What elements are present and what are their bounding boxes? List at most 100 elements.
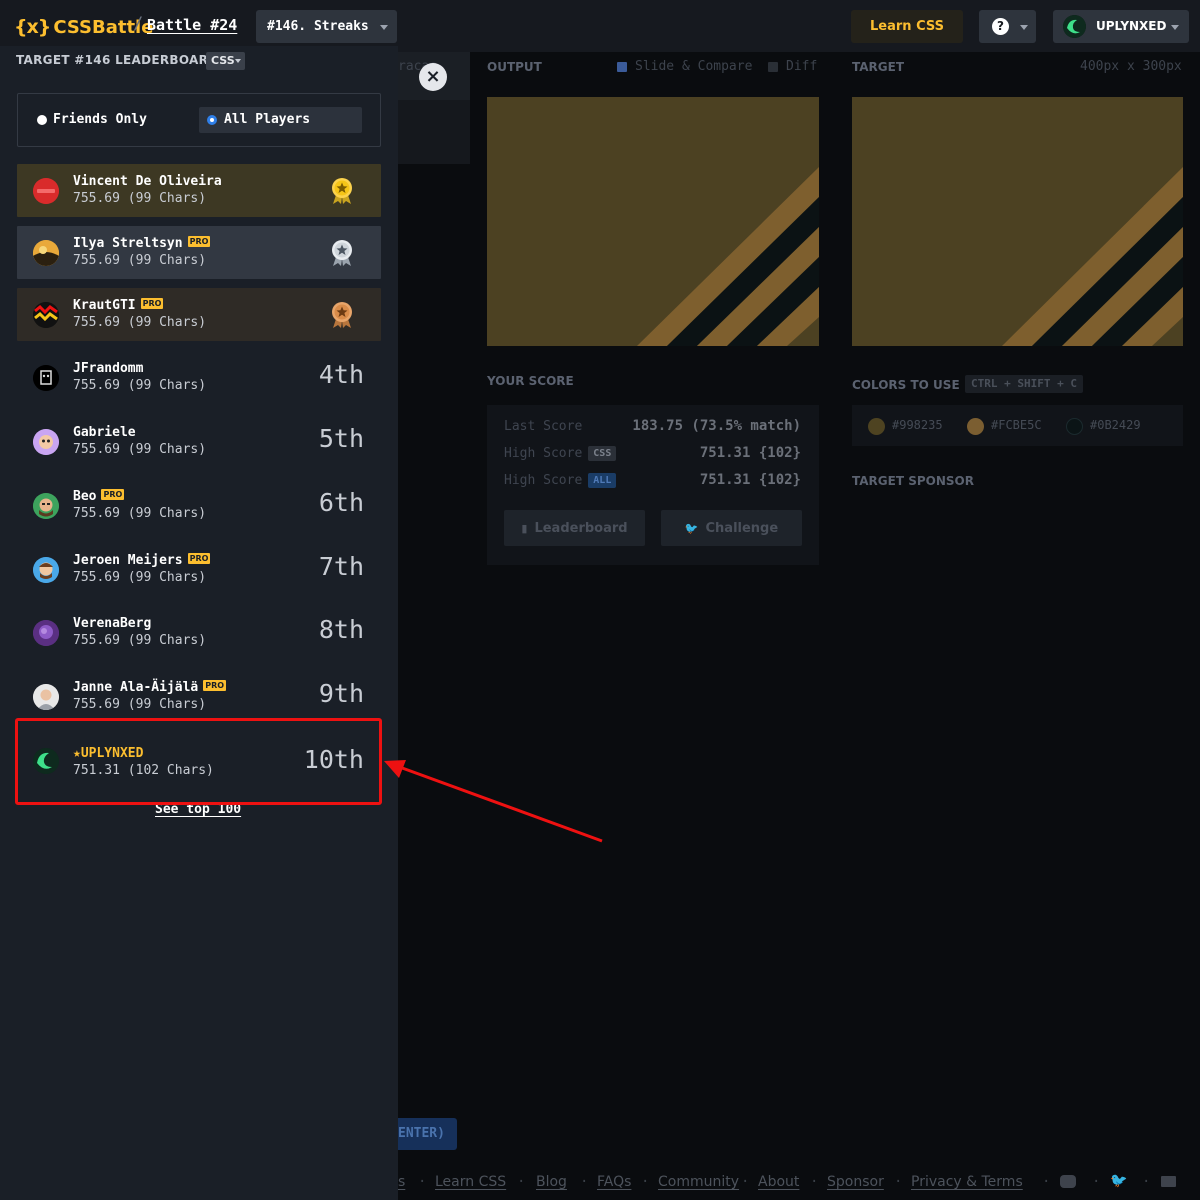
friends-only-label[interactable]: Friends Only xyxy=(53,112,147,127)
player-rank: 4th xyxy=(318,360,364,389)
leaderboard-row[interactable]: Beo PRO 755.69 (99 Chars) 6th xyxy=(17,479,381,532)
player-name: Vincent De Oliveira xyxy=(73,174,222,189)
twitter-icon[interactable]: 🐦 xyxy=(1110,1173,1127,1189)
player-name: VerenaBerg xyxy=(73,616,152,631)
footer-link-partial[interactable]: s xyxy=(398,1174,405,1190)
footer-link-privacy-terms[interactable]: Privacy & Terms xyxy=(911,1174,1023,1190)
leaderboard-row[interactable]: Jeroen Meijers PRO 755.69 (99 Chars) 7th xyxy=(17,543,381,596)
leaderboard-row[interactable]: KrautGTI PRO 755.69 (99 Chars) xyxy=(17,288,381,341)
learn-css-button[interactable]: Learn CSS xyxy=(851,10,963,43)
chevron-down-icon xyxy=(1020,25,1028,30)
footer-link-learn-css[interactable]: Learn CSS xyxy=(435,1174,506,1190)
pro-badge: PRO xyxy=(187,236,211,247)
score-card: Last Score 183.75 (73.5% match) High Sco… xyxy=(487,405,819,565)
help-menu-button[interactable]: ? xyxy=(979,10,1036,43)
high-score-all-row: High Score ALL xyxy=(504,473,617,488)
color-label-3[interactable]: #0B2429 xyxy=(1090,418,1141,432)
language-select[interactable]: CSS xyxy=(206,52,245,70)
avatar xyxy=(33,429,59,455)
player-score: 755.69 (99 Chars) xyxy=(73,570,207,585)
player-name: KrautGTI PRO xyxy=(73,298,164,313)
leaderboard-button[interactable]: ▮ Leaderboard xyxy=(504,510,645,546)
chevron-down-icon xyxy=(235,59,241,63)
avatar xyxy=(33,620,59,646)
leaderboard-row[interactable]: Ilya Streltsyn PRO 755.69 (99 Chars) xyxy=(17,226,381,279)
all-players-radio[interactable] xyxy=(207,115,217,125)
player-score: 755.69 (99 Chars) xyxy=(73,506,207,521)
leaderboard-row[interactable]: VerenaBerg 755.69 (99 Chars) 8th xyxy=(17,606,381,659)
leaderboard-row[interactable]: Janne Ala-Äijälä PRO 755.69 (99 Chars) 9t… xyxy=(17,670,381,723)
color-swatch-2[interactable] xyxy=(967,418,984,435)
player-name: Janne Ala-Äijälä PRO xyxy=(73,680,227,695)
avatar xyxy=(33,493,59,519)
leaderboard-row[interactable]: Gabriele 755.69 (99 Chars) 5th xyxy=(17,415,381,468)
submit-button[interactable]: ENTER) xyxy=(390,1118,457,1150)
color-label-1[interactable]: #998235 xyxy=(892,418,943,432)
twitter-icon: 🐦 xyxy=(684,521,699,535)
slide-compare-checkbox[interactable] xyxy=(617,62,627,72)
close-drawer-button[interactable]: × xyxy=(419,63,447,91)
player-score: 755.69 (99 Chars) xyxy=(73,315,207,330)
output-canvas[interactable] xyxy=(487,97,819,346)
annotation-arrow xyxy=(384,760,603,843)
footer-link-sponsor[interactable]: Sponsor xyxy=(827,1174,884,1190)
help-icon: ? xyxy=(992,18,1009,35)
slide-compare-label: Slide & Compare xyxy=(635,59,753,74)
pro-badge: PRO xyxy=(187,553,211,564)
player-score: 755.69 (99 Chars) xyxy=(73,191,207,206)
chevron-down-icon xyxy=(1171,25,1179,30)
diff-checkbox[interactable] xyxy=(768,62,778,72)
leaderboard-row[interactable]: Vincent De Oliveira 755.69 (99 Chars) xyxy=(17,164,381,217)
challenge-button[interactable]: 🐦 Challenge xyxy=(661,510,802,546)
player-rank: 9th xyxy=(318,679,364,708)
color-swatch-3[interactable] xyxy=(1066,418,1083,435)
footer-link-blog[interactable]: Blog xyxy=(536,1174,567,1190)
output-label: OUTPUT xyxy=(487,60,542,74)
last-score-label: Last Score xyxy=(504,419,583,434)
silver-medal-icon xyxy=(332,240,352,266)
bronze-medal-icon xyxy=(332,302,352,328)
player-score: 755.69 (99 Chars) xyxy=(73,442,207,457)
player-filter: Friends Only All Players xyxy=(17,93,381,147)
avatar xyxy=(33,178,59,204)
leaderboard-row[interactable]: JFrandomm 755.69 (99 Chars) 4th xyxy=(17,351,381,404)
color-label-2[interactable]: #FCBE5C xyxy=(991,418,1042,432)
color-shortcut-hint: CTRL + SHIFT + C xyxy=(965,375,1083,393)
high-score-all-value: 751.31 {102} xyxy=(699,472,801,488)
target-sponsor-label: TARGET SPONSOR xyxy=(852,474,974,488)
avatar xyxy=(33,365,59,391)
user-menu-button[interactable]: UPLYNXED xyxy=(1053,10,1189,43)
challenge-button-label: Challenge xyxy=(705,520,779,536)
leaderboard-drawer: TARGET #146 LEADERBOARD CSS Friends Only… xyxy=(0,46,398,1200)
player-name: Jeroen Meijers PRO xyxy=(73,553,211,568)
footer-link-faqs[interactable]: FAQs xyxy=(597,1174,631,1190)
avatar xyxy=(33,240,59,266)
css-tag: CSS xyxy=(588,446,617,461)
diff-label: Diff xyxy=(786,59,818,74)
top-bar: {x} CSSBattle / Battle #24 #146. Streaks… xyxy=(0,0,1200,52)
logo-icon: {x} xyxy=(14,16,51,38)
color-swatch-1[interactable] xyxy=(868,418,885,435)
footer-link-community[interactable]: Community xyxy=(658,1174,739,1190)
target-label: TARGET xyxy=(852,60,905,74)
target-image xyxy=(852,97,1183,346)
target-select[interactable]: #146. Streaks xyxy=(256,10,397,43)
high-score-label: High Score xyxy=(504,473,583,488)
avatar xyxy=(33,684,59,710)
highlight-box xyxy=(15,718,382,805)
discord-icon[interactable] xyxy=(1060,1175,1076,1188)
all-players-label[interactable]: All Players xyxy=(224,112,310,127)
footer-link-about[interactable]: About xyxy=(758,1174,799,1190)
player-name: Ilya Streltsyn PRO xyxy=(73,236,211,251)
avatar xyxy=(1063,15,1086,38)
submit-button-label: ENTER) xyxy=(398,1126,445,1141)
player-score: 755.69 (99 Chars) xyxy=(73,378,207,393)
close-icon: × xyxy=(425,66,441,87)
email-icon[interactable] xyxy=(1161,1176,1176,1187)
breadcrumb-battle-link[interactable]: Battle #24 xyxy=(147,16,237,34)
friends-only-radio[interactable] xyxy=(37,115,47,125)
gold-medal-icon xyxy=(332,178,352,204)
leaderboard-title: TARGET #146 LEADERBOARD xyxy=(16,53,219,67)
player-score: 755.69 (99 Chars) xyxy=(73,633,207,648)
language-select-label: CSS xyxy=(211,54,235,67)
